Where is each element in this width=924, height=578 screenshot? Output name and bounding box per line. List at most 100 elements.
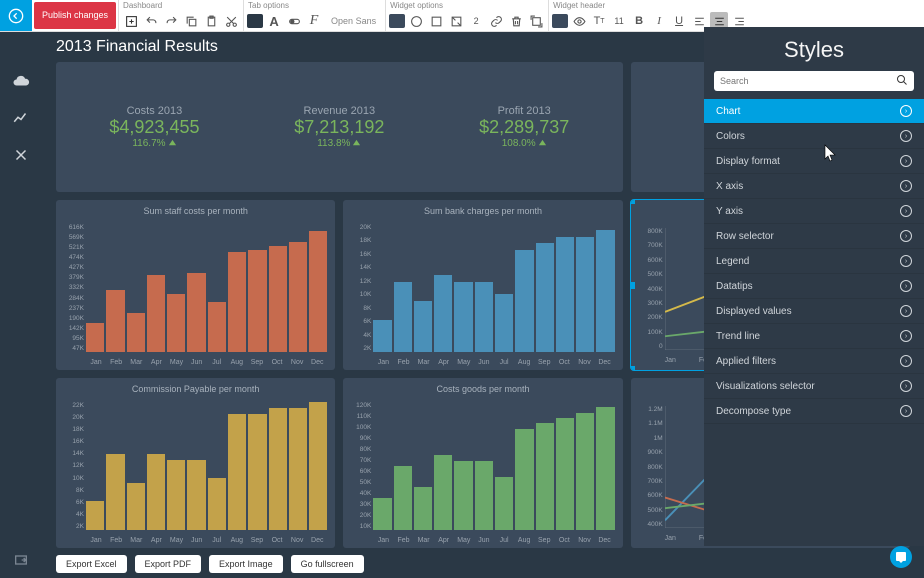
bar: [556, 237, 574, 352]
styles-item-display format[interactable]: Display format›: [704, 149, 924, 174]
collapse-icon[interactable]: [0, 552, 42, 568]
scale-button[interactable]: [447, 12, 465, 30]
bar: [475, 461, 493, 530]
font-size-value[interactable]: 11: [610, 16, 628, 26]
bar: [86, 501, 104, 530]
styles-item-legend[interactable]: Legend›: [704, 249, 924, 274]
bar: [167, 460, 185, 530]
font-size-button[interactable]: TT: [590, 12, 608, 30]
copy-button[interactable]: [182, 12, 200, 30]
fullscreen-button[interactable]: Go fullscreen: [291, 555, 364, 573]
styles-item-visualizations selector[interactable]: Visualizations selector›: [704, 374, 924, 399]
bar: [208, 302, 226, 352]
left-rail: [0, 32, 42, 578]
bar: [576, 413, 594, 530]
commission-widget[interactable]: Commission Payable per month 22K20K18K16…: [56, 378, 335, 548]
styles-item-decompose type[interactable]: Decompose type›: [704, 399, 924, 424]
font-name-label[interactable]: Open Sans: [325, 16, 382, 26]
dimensions-button[interactable]: [527, 12, 545, 30]
widget-title: Costs goods per month: [343, 378, 622, 396]
bar: [373, 498, 391, 530]
search-icon: [896, 74, 908, 89]
bar: [167, 294, 185, 352]
underline-button[interactable]: U: [670, 12, 688, 30]
bar: [495, 477, 513, 530]
tools-icon[interactable]: [12, 146, 30, 167]
chevron-right-icon: ›: [900, 155, 912, 167]
bar: [394, 282, 412, 352]
staff-widget[interactable]: Sum staff costs per month 616K569K521K47…: [56, 200, 335, 370]
bar: [127, 313, 145, 352]
chevron-right-icon: ›: [900, 355, 912, 367]
undo-button[interactable]: [142, 12, 160, 30]
styles-item-chart[interactable]: Chart›: [704, 99, 924, 124]
kpi: Revenue 2013 $7,213,192 113.8%: [294, 105, 384, 149]
export-image-button[interactable]: Export Image: [209, 555, 283, 573]
bar: [515, 429, 533, 530]
bar: [434, 275, 452, 352]
bar: [556, 418, 574, 530]
chevron-right-icon: ›: [900, 330, 912, 342]
chevron-right-icon: ›: [900, 130, 912, 142]
background-color-button[interactable]: [247, 14, 263, 28]
bar: [86, 323, 104, 352]
header-bg-button[interactable]: [552, 14, 568, 28]
bar: [309, 402, 327, 530]
bar: [289, 242, 307, 352]
eye-button[interactable]: [570, 12, 588, 30]
delete-widget-button[interactable]: [507, 12, 525, 30]
chevron-right-icon: ›: [900, 305, 912, 317]
search-input[interactable]: [720, 76, 896, 86]
bar: [187, 273, 205, 352]
bar: [373, 320, 391, 352]
bar: [106, 290, 124, 352]
trend-icon[interactable]: [12, 109, 30, 130]
section-tab-label: Tab options: [244, 0, 385, 11]
cut-button[interactable]: [222, 12, 240, 30]
export-excel-button[interactable]: Export Excel: [56, 555, 127, 573]
text-style-a-button[interactable]: A: [265, 12, 283, 30]
section-widget-label: Widget options: [386, 0, 548, 11]
goods-widget[interactable]: Costs goods per month 120K110K100K90K80K…: [343, 378, 622, 548]
paste-button[interactable]: [202, 12, 220, 30]
section-header-label: Widget header: [549, 0, 751, 11]
padding-button[interactable]: [407, 12, 425, 30]
redo-button[interactable]: [162, 12, 180, 30]
styles-item-trend line[interactable]: Trend line›: [704, 324, 924, 349]
italic-button[interactable]: I: [650, 12, 668, 30]
italic-f-button[interactable]: F: [305, 12, 323, 30]
cloud-icon[interactable]: [12, 72, 30, 93]
bar: [289, 408, 307, 530]
bar: [414, 301, 432, 352]
add-widget-button[interactable]: [122, 12, 140, 30]
bar: [147, 275, 165, 352]
bank-widget[interactable]: Sum bank charges per month 20K18K16K14K1…: [343, 200, 622, 370]
styles-item-applied filters[interactable]: Applied filters›: [704, 349, 924, 374]
bold-button[interactable]: B: [630, 12, 648, 30]
styles-item-datatips[interactable]: Datatips›: [704, 274, 924, 299]
styles-item-row selector[interactable]: Row selector›: [704, 224, 924, 249]
border-color-button[interactable]: [427, 12, 445, 30]
widget-bg-button[interactable]: [389, 14, 405, 28]
styles-item-displayed values[interactable]: Displayed values›: [704, 299, 924, 324]
link-button[interactable]: [487, 12, 505, 30]
back-button[interactable]: [0, 0, 32, 31]
bar: [414, 487, 432, 530]
chevron-right-icon: ›: [900, 280, 912, 292]
export-pdf-button[interactable]: Export PDF: [135, 555, 202, 573]
help-fab[interactable]: [890, 546, 912, 568]
bar: [576, 237, 594, 352]
publish-button[interactable]: Publish changes: [34, 2, 116, 29]
bar: [475, 282, 493, 352]
bar: [536, 423, 554, 530]
styles-item-x axis[interactable]: X axis›: [704, 174, 924, 199]
bar: [394, 466, 412, 530]
styles-item-colors[interactable]: Colors›: [704, 124, 924, 149]
toggle-button[interactable]: [285, 12, 303, 30]
styles-item-y axis[interactable]: Y axis›: [704, 199, 924, 224]
border-width-value[interactable]: 2: [467, 16, 485, 26]
bar: [495, 294, 513, 352]
styles-search[interactable]: [714, 71, 914, 91]
kpi-widget[interactable]: Costs 2013 $4,923,455 116.7% Revenue 201…: [56, 62, 623, 192]
chevron-right-icon: ›: [900, 230, 912, 242]
